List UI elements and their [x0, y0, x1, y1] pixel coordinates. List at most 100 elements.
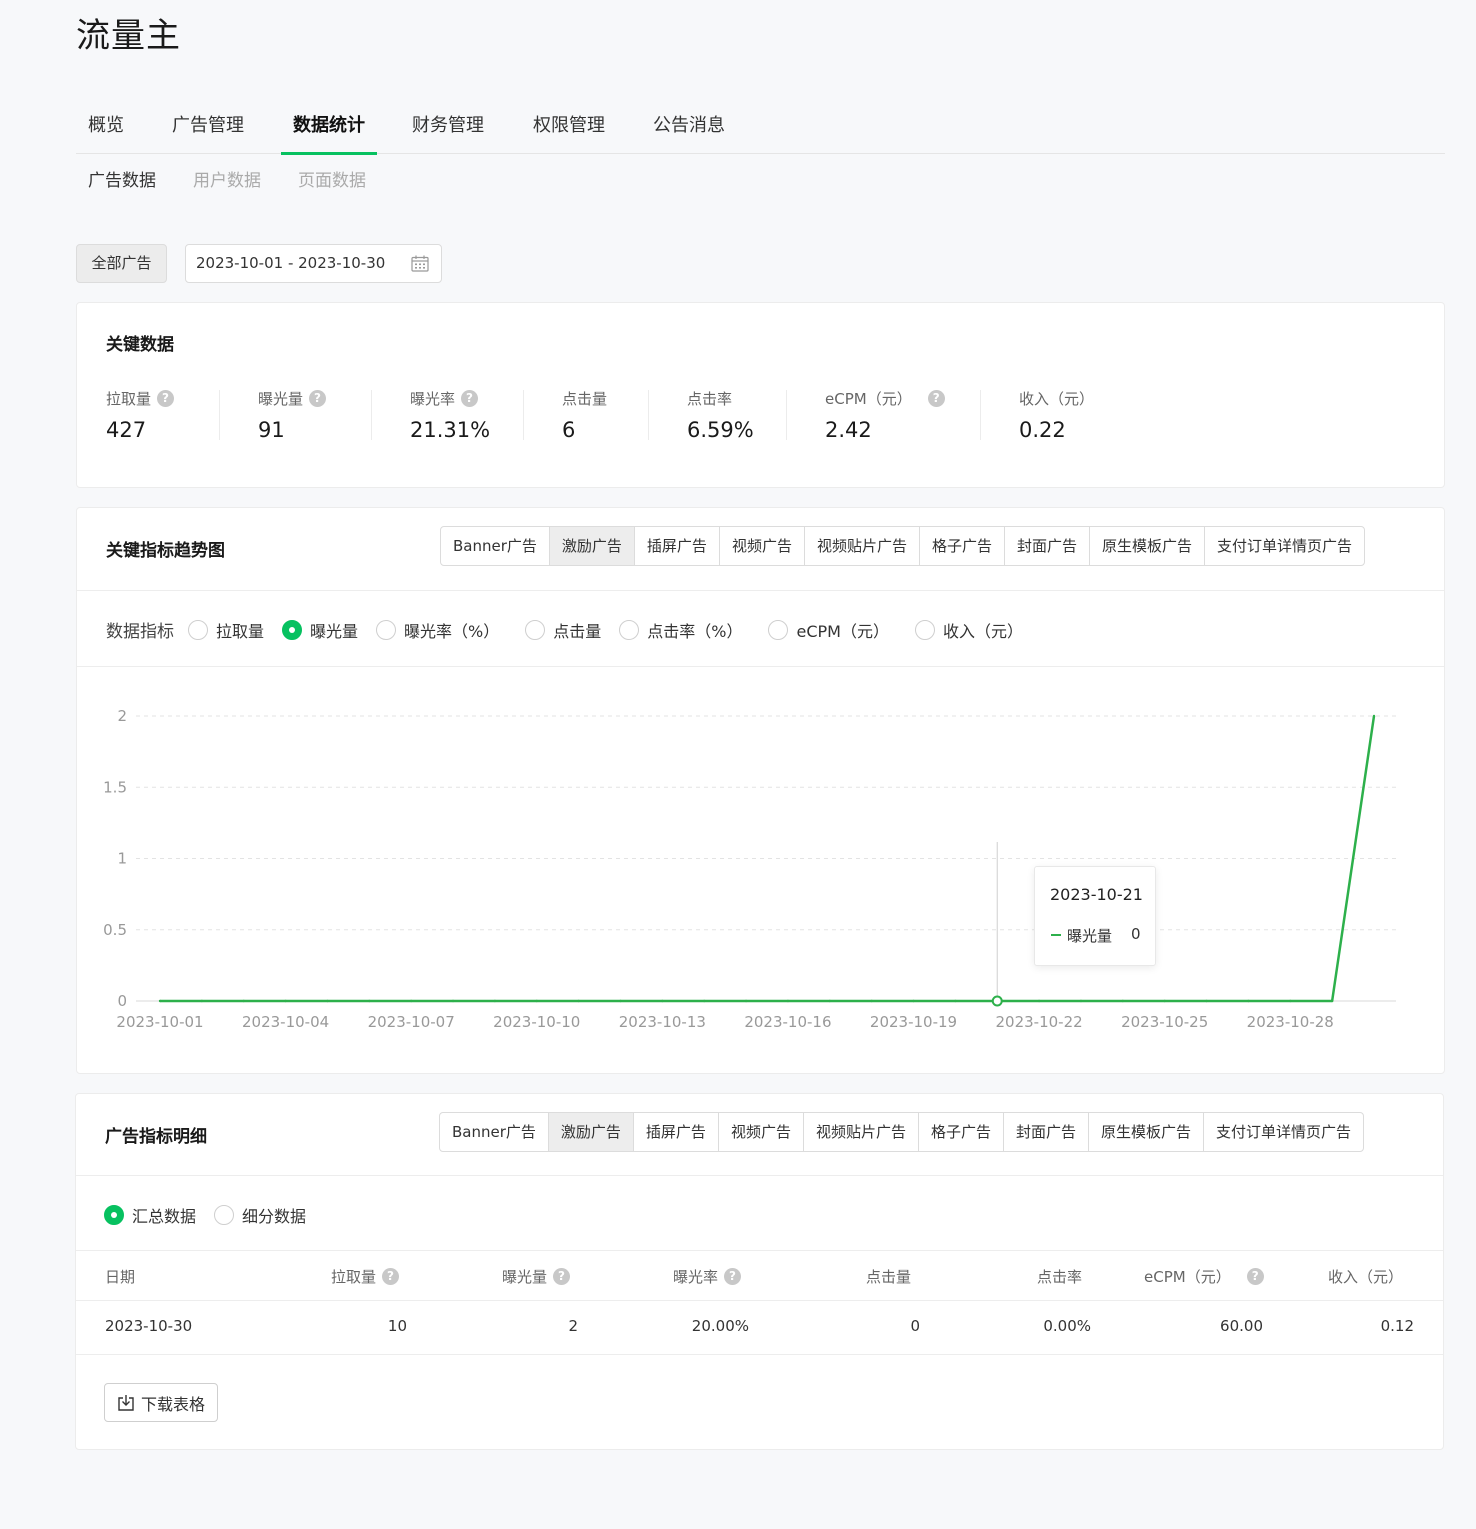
ad-type-payment-detail[interactable]: 支付订单详情页广告 [1204, 1113, 1363, 1151]
help-icon[interactable]: ? [724, 1268, 742, 1285]
x-tick-label: 2023-10-25 [1121, 1013, 1208, 1031]
series-line [160, 715, 1376, 1003]
app-title: 流量主 [76, 16, 181, 56]
x-tick-label: 2023-10-28 [1247, 1013, 1334, 1031]
kpi-label: 收入（元） [1019, 389, 1095, 408]
ad-type-rewarded[interactable]: 激励广告 [549, 527, 635, 565]
ad-type-grid[interactable]: 格子广告 [920, 527, 1005, 565]
metric-radio-pull[interactable]: 拉取量 [188, 618, 264, 642]
divider [76, 1300, 1443, 1301]
ad-type-cover[interactable]: 封面广告 [1004, 1113, 1089, 1151]
data-point [1330, 999, 1334, 1003]
ad-type-native-template[interactable]: 原生模板广告 [1089, 1113, 1205, 1151]
ad-type-native-template[interactable]: 原生模板广告 [1090, 527, 1206, 565]
kpi-value: 2.42 [825, 418, 872, 442]
tab-overview[interactable]: 概览 [88, 104, 124, 154]
kpi-exposure-rate: 曝光率? 21.31% [410, 386, 490, 442]
help-icon[interactable]: ? [927, 389, 945, 407]
data-point [158, 999, 162, 1003]
column-label: 收入（元） [1328, 1268, 1404, 1286]
trend-title: 关键指标趋势图 [106, 541, 225, 561]
ad-type-banner[interactable]: Banner广告 [440, 1113, 549, 1151]
trend-chart[interactable]: 0 0.5 1 1.5 2 2023-10-01 2023-10-04 2023-10-07 2… [76, 668, 1444, 1048]
data-point [1079, 999, 1083, 1003]
date-range-picker[interactable]: 2023-10-01 - 2023-10-30 [185, 244, 442, 283]
detail-mode-selector: 汇总数据 细分数据 [104, 1203, 306, 1227]
data-point [661, 999, 664, 1003]
tab-ad-management[interactable]: 广告管理 [172, 104, 244, 154]
column-label: 点击率 [1037, 1268, 1083, 1286]
help-icon[interactable]: ? [553, 1268, 571, 1285]
kpi-label: 拉取量 [106, 389, 152, 408]
col-pull: 拉取量? [331, 1266, 400, 1287]
cell-pull: 10 [387, 1317, 407, 1335]
key-data-title: 关键数据 [106, 335, 174, 355]
tab-data-statistics[interactable]: 数据统计 [281, 104, 377, 155]
metric-radio-ecpm[interactable]: eCPM（元） [768, 618, 889, 642]
ad-type-grid[interactable]: 格子广告 [919, 1113, 1004, 1151]
kpi-pull: 拉取量? 427 [106, 386, 175, 442]
ad-type-rewarded[interactable]: 激励广告 [548, 1113, 634, 1151]
ad-type-video-patch[interactable]: 视频贴片广告 [804, 1113, 919, 1151]
ad-type-video[interactable]: 视频广告 [720, 527, 805, 565]
tab-announcements[interactable]: 公告消息 [653, 104, 725, 154]
radio-label: 收入（元） [942, 621, 1023, 641]
help-icon[interactable]: ? [1246, 1268, 1264, 1285]
divider [219, 390, 220, 440]
ad-type-banner[interactable]: Banner广告 [441, 527, 550, 565]
cell-clicks: 0 [910, 1317, 920, 1335]
detail-ad-type-tabs: Banner广告 激励广告 插屏广告 视频广告 视频贴片广告 格子广告 封面广告… [439, 1112, 1365, 1152]
ad-type-cover[interactable]: 封面广告 [1005, 527, 1090, 565]
subtab-ad-data[interactable]: 广告数据 [88, 166, 156, 191]
divider [76, 1354, 1443, 1355]
data-point [619, 999, 622, 1003]
tooltip-series-name: 曝光量 [1067, 927, 1113, 945]
ad-type-payment-detail[interactable]: 支付订单详情页广告 [1205, 527, 1364, 565]
column-label: 拉取量 [331, 1268, 377, 1286]
tab-permissions[interactable]: 权限管理 [533, 104, 605, 154]
help-icon[interactable]: ? [461, 389, 479, 407]
metric-radio-click-rate[interactable]: 点击率（%） [619, 618, 742, 642]
tab-finance[interactable]: 财务管理 [412, 104, 484, 154]
help-icon[interactable]: ? [157, 389, 175, 407]
metric-radio-exposure[interactable]: 曝光量 [282, 618, 358, 642]
ad-type-video-patch[interactable]: 视频贴片广告 [805, 527, 920, 565]
table-row: 2023-10-30 10 2 20.00% 0 0.00% 60.00 0.1… [76, 1317, 1444, 1341]
kpi-value: 6 [562, 418, 576, 442]
kpi-value: 21.31% [410, 418, 491, 442]
metric-radio-revenue[interactable]: 收入（元） [914, 618, 1023, 642]
ad-type-interstitial[interactable]: 插屏广告 [634, 1113, 719, 1151]
subtab-user-data[interactable]: 用户数据 [193, 166, 261, 191]
data-point [786, 999, 790, 1003]
all-ads-button[interactable]: 全部广告 [76, 244, 167, 283]
subtab-page-data[interactable]: 页面数据 [298, 166, 366, 191]
data-point [1205, 999, 1208, 1003]
ad-type-interstitial[interactable]: 插屏广告 [635, 527, 720, 565]
download-table-button[interactable]: 下载表格 [104, 1383, 218, 1422]
radio-label: 曝光量 [310, 621, 359, 641]
ad-type-video[interactable]: 视频广告 [719, 1113, 804, 1151]
mode-radio-summary[interactable]: 汇总数据 [104, 1203, 196, 1227]
column-label: 点击量 [866, 1268, 912, 1286]
cell-exposure-rate: 20.00% [691, 1317, 749, 1335]
data-point [703, 999, 706, 1003]
data-point [1163, 999, 1166, 1003]
divider [786, 390, 787, 440]
divider [77, 666, 1444, 667]
divider [371, 390, 372, 440]
data-point [200, 999, 204, 1003]
metric-radio-exposure-rate[interactable]: 曝光率（%） [376, 618, 499, 642]
mode-radio-breakdown[interactable]: 细分数据 [214, 1203, 306, 1227]
cell-click-rate: 0.00% [1043, 1317, 1091, 1335]
metric-radio-clicks[interactable]: 点击量 [525, 618, 601, 642]
divider [523, 390, 524, 440]
metric-selector-label: 数据指标 [106, 622, 174, 642]
date-range-value: 2023-10-01 - 2023-10-30 [196, 254, 386, 272]
column-label: 曝光量 [502, 1268, 548, 1286]
cell-exposure: 2 [568, 1317, 578, 1335]
detail-title: 广告指标明细 [105, 1127, 207, 1147]
radio-label: 拉取量 [216, 621, 265, 641]
help-icon[interactable]: ? [309, 389, 327, 407]
help-icon[interactable]: ? [382, 1268, 400, 1285]
divider [76, 1175, 1443, 1176]
